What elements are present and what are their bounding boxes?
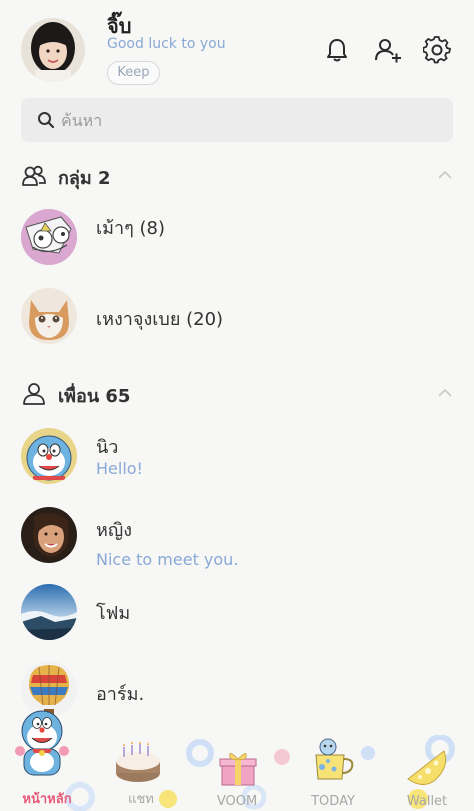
home-tab-icon [15, 710, 69, 776]
profile-status-message[interactable]: Good luck to you [107, 36, 226, 52]
friend-name: นิว [96, 437, 119, 458]
bottom-navigation: หน้าหลัก แชท VOOM TODAY Wallet [0, 710, 474, 811]
groups-section-header[interactable]: กลุ่ม 2 [21, 161, 453, 191]
chat-tab-icon [116, 741, 160, 782]
friend-name: โฟม [96, 603, 131, 624]
group-icon [22, 165, 46, 186]
friend-row[interactable]: หญิง Nice to meet you. [0, 507, 474, 587]
chevron-up-icon[interactable] [437, 387, 453, 399]
friends-section-title: เพื่อน 65 [58, 386, 131, 407]
nav-tab-voom[interactable]: VOOM [192, 794, 282, 809]
nav-tab-home[interactable]: หน้าหลัก [2, 788, 92, 809]
friend-row[interactable]: นิว Hello! [0, 428, 474, 508]
chevron-up-icon[interactable] [437, 169, 453, 181]
app-root: จิ๊บ Good luck to you Keep กลุ่ม 2 [0, 0, 474, 811]
nav-tab-wallet[interactable]: Wallet [382, 794, 472, 809]
wallet-tab-icon [407, 750, 447, 785]
search-bar[interactable] [21, 98, 453, 142]
group-avatar [21, 288, 77, 344]
groups-section-title: กลุ่ม 2 [58, 168, 111, 189]
voom-tab-icon [219, 753, 257, 786]
keep-button[interactable]: Keep [107, 61, 160, 85]
friend-name: อาร์ม. [96, 684, 145, 705]
profile-avatar[interactable] [21, 18, 85, 82]
friend-status-message: Nice to meet you. [96, 550, 239, 569]
group-row[interactable]: เหงาจุงเบย (20) [0, 288, 474, 368]
friend-row[interactable]: โฟม [0, 584, 474, 664]
nav-tab-chat[interactable]: แชท [96, 788, 186, 809]
person-icon [23, 383, 45, 405]
add-friend-icon[interactable] [374, 36, 402, 64]
bell-icon[interactable] [323, 36, 351, 64]
friend-status-message: Hello! [96, 459, 143, 478]
group-name: เม้าๆ (8) [96, 218, 166, 239]
search-icon [38, 112, 55, 129]
nav-tab-today[interactable]: TODAY [288, 794, 378, 809]
friends-section-header[interactable]: เพื่อน 65 [21, 379, 453, 409]
friend-avatar [21, 584, 77, 640]
friend-name: หญิง [96, 520, 132, 541]
group-avatar [21, 209, 77, 265]
friend-avatar [21, 507, 77, 563]
today-tab-icon [315, 738, 354, 780]
friend-avatar [21, 428, 77, 484]
gear-icon[interactable] [423, 36, 451, 64]
group-row[interactable]: เม้าๆ (8) [0, 209, 474, 289]
search-input[interactable] [61, 98, 441, 142]
group-name: เหงาจุงเบย (20) [96, 309, 224, 330]
